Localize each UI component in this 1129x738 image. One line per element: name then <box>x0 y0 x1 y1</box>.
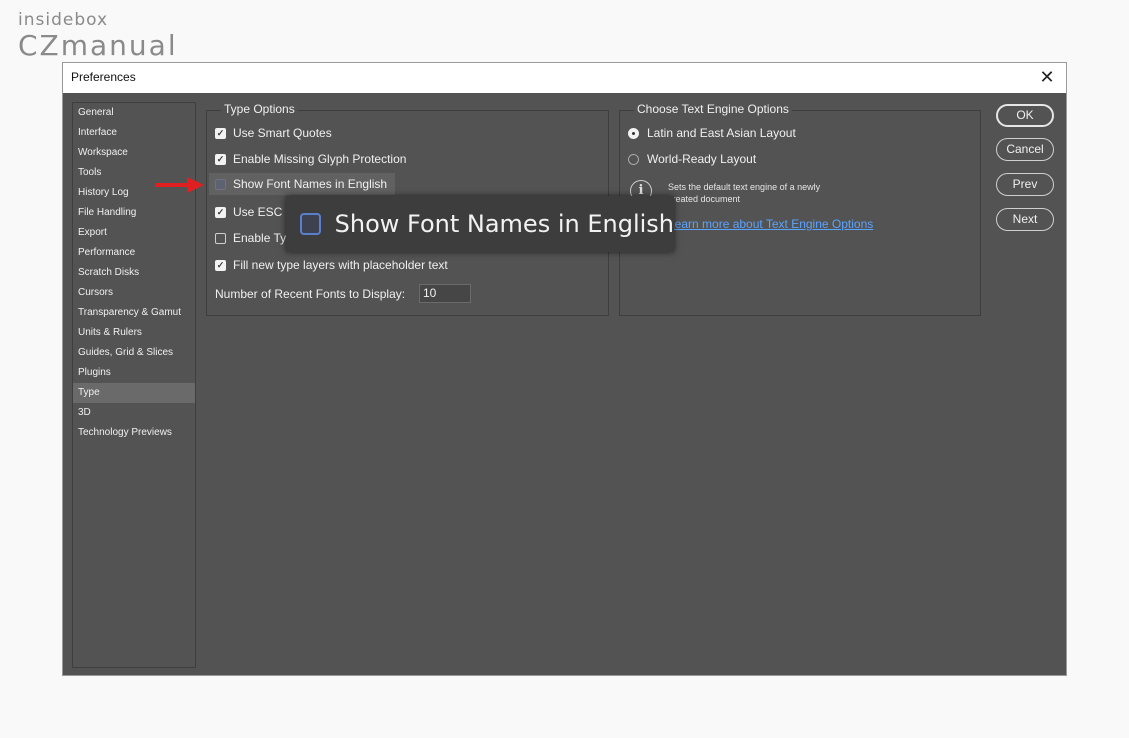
text-engine-title: Choose Text Engine Options <box>634 102 792 116</box>
world-ready-label: World-Ready Layout <box>647 152 757 166</box>
font-names-english-option[interactable]: Show Font Names in English <box>209 173 396 195</box>
recent-fonts-label: Number of Recent Fonts to Display: <box>215 287 406 301</box>
nav-item-units-rulers[interactable]: Units & Rulers <box>73 323 195 343</box>
enable-ty-option[interactable]: Enable Ty <box>215 229 286 247</box>
zoom-checkbox <box>300 213 321 235</box>
latin-east-asian-radio[interactable] <box>628 127 639 139</box>
font-names-english-checkbox[interactable] <box>215 178 226 190</box>
nav-item-file-handling[interactable]: File Handling <box>73 203 195 223</box>
learn-more-link[interactable]: Learn more about Text Engine Options <box>668 217 873 231</box>
nav-item-export[interactable]: Export <box>73 223 195 243</box>
fill-placeholder-label: Fill new type layers with placeholder te… <box>233 258 448 272</box>
world-ready-option[interactable]: World-Ready Layout <box>628 150 756 168</box>
world-ready-radio[interactable] <box>628 153 639 165</box>
brand-line-2: CZmanual <box>18 29 178 62</box>
nav-item-scratch-disks[interactable]: Scratch Disks <box>73 263 195 283</box>
title-bar: Preferences ✕ <box>63 63 1066 93</box>
use-esc-label: Use ESC <box>233 205 283 219</box>
nav-item-performance[interactable]: Performance <box>73 243 195 263</box>
enable-ty-label: Enable Ty <box>233 231 287 245</box>
smart-quotes-label: Use Smart Quotes <box>233 126 332 140</box>
zoom-callout: Show Font Names in English <box>286 196 674 252</box>
nav-item-transparency-gamut[interactable]: Transparency & Gamut <box>73 303 195 323</box>
recent-fonts-input[interactable]: 10 <box>419 284 471 303</box>
preferences-dialog: Preferences ✕ General Interface Workspac… <box>62 62 1067 676</box>
nav-item-plugins[interactable]: Plugins <box>73 363 195 383</box>
ok-button[interactable]: OK <box>996 104 1054 127</box>
window-title: Preferences <box>71 70 136 84</box>
font-names-english-label: Show Font Names in English <box>233 177 388 191</box>
smart-quotes-option[interactable]: ✓ Use Smart Quotes <box>215 124 332 142</box>
type-options-title: Type Options <box>221 102 298 116</box>
nav-item-technology-previews[interactable]: Technology Previews <box>73 423 195 443</box>
nav-item-workspace[interactable]: Workspace <box>73 143 195 163</box>
missing-glyph-option[interactable]: ✓ Enable Missing Glyph Protection <box>215 150 406 168</box>
nav-item-cursors[interactable]: Cursors <box>73 283 195 303</box>
text-engine-info: Sets the default text engine of a newly … <box>668 182 821 204</box>
use-esc-checkbox[interactable]: ✓ <box>215 206 226 218</box>
nav-item-type[interactable]: Type <box>73 383 195 403</box>
brand-line-1: insidebox <box>18 10 109 30</box>
missing-glyph-checkbox[interactable]: ✓ <box>215 153 226 165</box>
nav-item-3d[interactable]: 3D <box>73 403 195 423</box>
next-button[interactable]: Next <box>996 208 1054 231</box>
nav-item-guides-grid-slices[interactable]: Guides, Grid & Slices <box>73 343 195 363</box>
fill-placeholder-option[interactable]: ✓ Fill new type layers with placeholder … <box>215 256 448 274</box>
latin-east-asian-option[interactable]: Latin and East Asian Layout <box>628 124 796 142</box>
recent-fonts-option: Number of Recent Fonts to Display: <box>215 285 405 303</box>
use-esc-option[interactable]: ✓ Use ESC <box>215 203 282 221</box>
fill-placeholder-checkbox[interactable]: ✓ <box>215 259 226 271</box>
smart-quotes-checkbox[interactable]: ✓ <box>215 127 226 139</box>
zoom-label: Show Font Names in English <box>334 210 674 238</box>
close-icon[interactable]: ✕ <box>1036 67 1058 89</box>
latin-east-asian-label: Latin and East Asian Layout <box>647 126 796 140</box>
red-arrow-icon <box>155 177 204 193</box>
cancel-button[interactable]: Cancel <box>996 138 1054 161</box>
nav-item-interface[interactable]: Interface <box>73 123 195 143</box>
nav-item-general[interactable]: General <box>73 103 195 123</box>
missing-glyph-label: Enable Missing Glyph Protection <box>233 152 407 166</box>
brand-logo: insidebox CZmanual <box>18 10 178 62</box>
enable-ty-checkbox[interactable] <box>215 232 226 244</box>
prev-button[interactable]: Prev <box>996 173 1054 196</box>
